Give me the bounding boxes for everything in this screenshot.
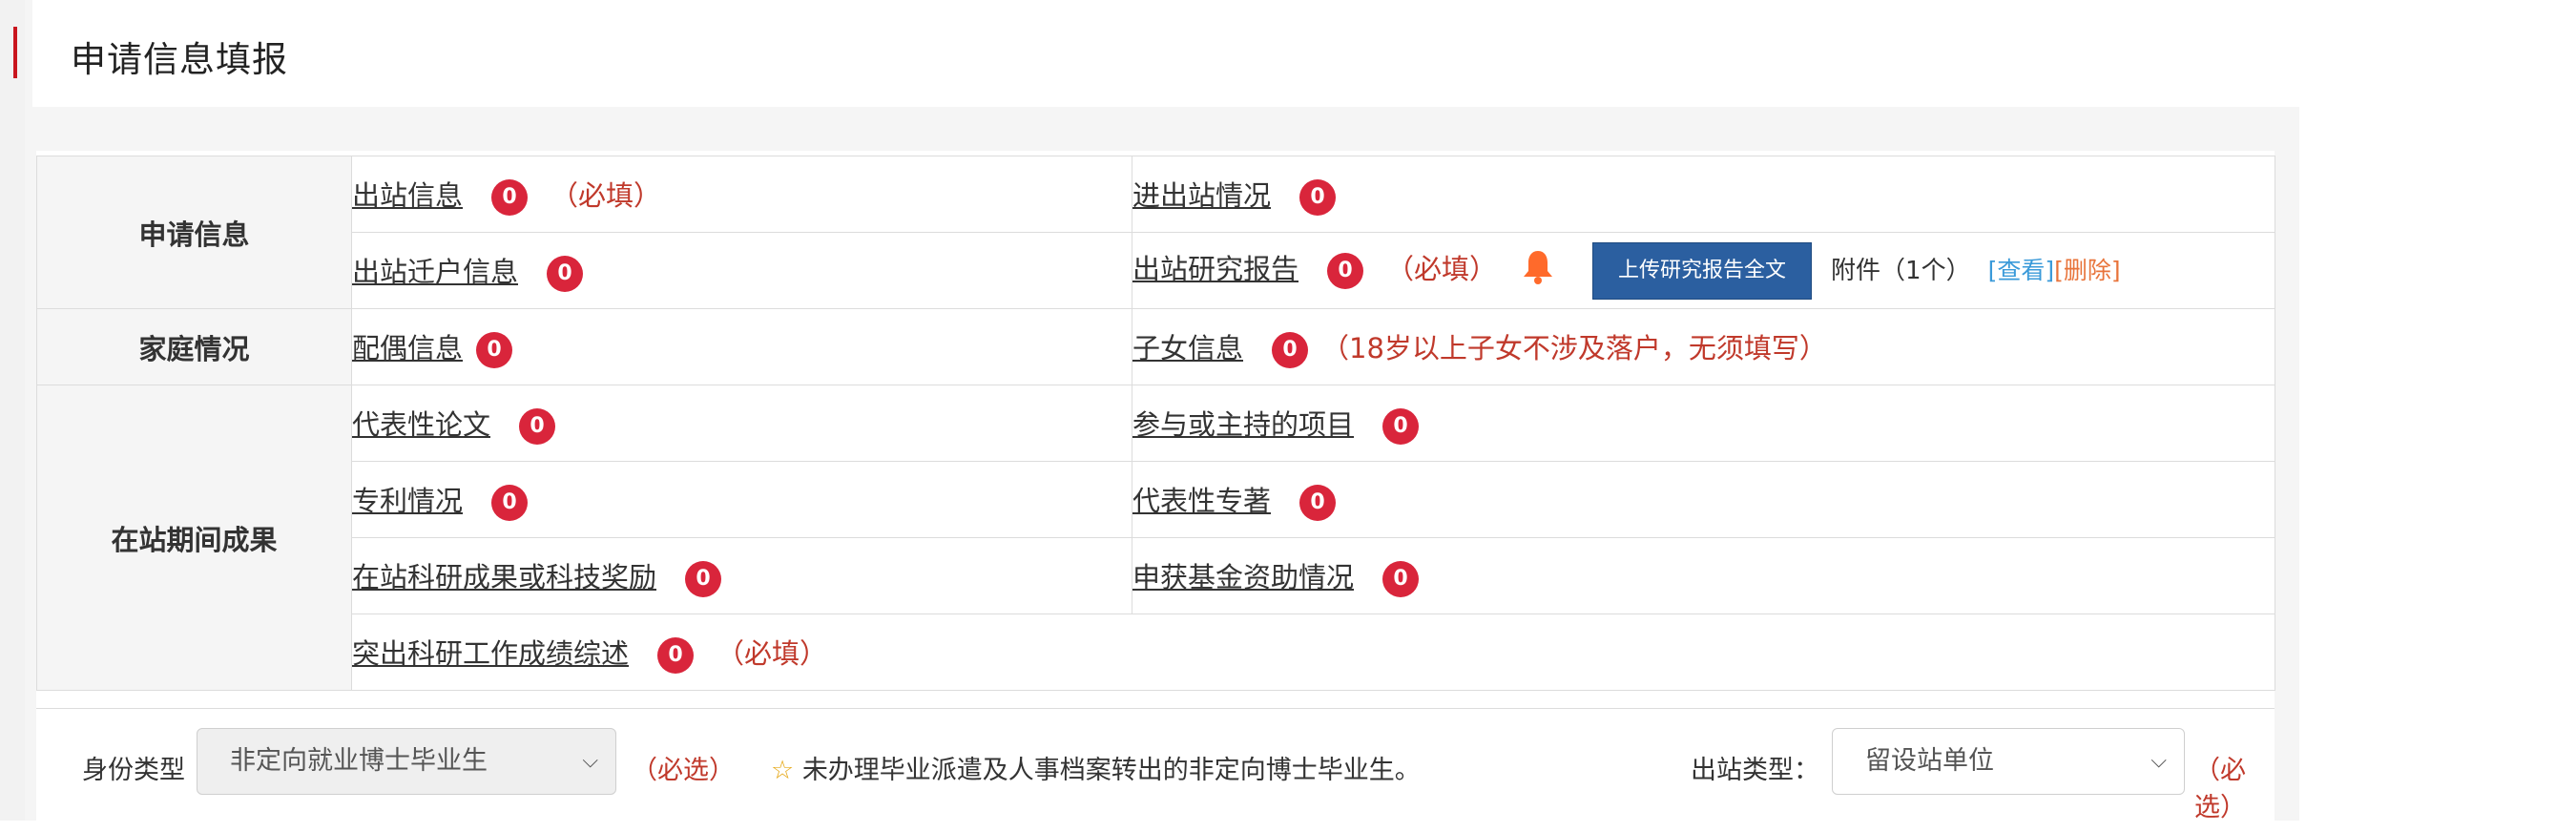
projects-link[interactable]: 参与或主持的项目 — [1133, 408, 1355, 441]
summary-link[interactable]: 突出科研工作成绩综述 — [353, 637, 630, 670]
cell-projects: 参与或主持的项目 0 — [1132, 385, 2275, 462]
required-mark: （必填） — [1386, 252, 1498, 285]
cell-spouse: 配偶信息 0 — [351, 308, 1132, 385]
active-marker — [13, 27, 17, 78]
count-badge: 0 — [1272, 331, 1309, 368]
cell-in-out-status: 进出站情况 0 — [1132, 156, 2275, 233]
count-badge: 0 — [1299, 178, 1337, 216]
cell-summary: 突出科研工作成绩综述 0 （必填） — [351, 614, 2275, 691]
count-badge: 0 — [657, 636, 695, 674]
count-badge: 0 — [476, 331, 513, 368]
count-badge: 0 — [685, 560, 722, 597]
count-badge: 0 — [491, 484, 529, 521]
header-bar: 申请信息填报 — [32, 0, 2299, 107]
required-mark: （必填） — [717, 636, 828, 670]
identity-type-select[interactable]: 非定向就业博士毕业生 ⌵ — [197, 728, 616, 795]
left-rail — [0, 0, 25, 821]
view-attachment-link[interactable]: [查看] — [1988, 257, 2055, 284]
awards-link[interactable]: 在站科研成果或科技奖励 — [353, 561, 657, 593]
application-form-table: 申请信息 出站信息 0 （必填） 进出站情况 0 出站迁户信息 0 出站研究报告 0 （必填… — [36, 156, 2275, 691]
cell-exit-info: 出站信息 0 （必填） — [351, 156, 1132, 233]
cell-hukou-transfer: 出站迁户信息 0 — [351, 232, 1132, 309]
cell-awards: 在站科研成果或科技奖励 0 — [351, 537, 1132, 614]
required-select-mark: （必选） — [2194, 756, 2246, 822]
count-badge: 0 — [1382, 407, 1420, 445]
count-badge: 0 — [519, 407, 556, 445]
attachment-count: 附件（1个） — [1831, 256, 1971, 285]
type-selection-row: 身份类型 非定向就业博士毕业生 ⌵ （必选） ☆ 未办理毕业派遣及人事档案转出的… — [36, 708, 2275, 822]
chevron-down-icon: ⌵ — [2150, 749, 2167, 773]
children-info-link[interactable]: 子女信息 — [1133, 332, 1244, 364]
cell-children: 子女信息 0 （18岁以上子女不涉及落户，无须填写） — [1132, 308, 2275, 385]
cell-research-report: 出站研究报告 0 （必填） 上传研究报告全文 附件（1个） [查看][删除] — [1132, 232, 2275, 309]
identity-note: ☆ 未办理毕业派遣及人事档案转出的非定向博士毕业生。 — [771, 749, 1421, 786]
page-title: 申请信息填报 — [71, 39, 288, 80]
bell-icon — [1522, 249, 1554, 292]
delete-attachment-link[interactable]: [删除] — [2054, 257, 2121, 284]
exit-info-link[interactable]: 出站信息 — [353, 179, 464, 212]
funding-link[interactable]: 申获基金资助情况 — [1133, 561, 1355, 593]
category-achievements: 在站期间成果 — [36, 385, 352, 691]
category-family: 家庭情况 — [36, 308, 352, 385]
monographs-link[interactable]: 代表性专著 — [1133, 485, 1272, 517]
exit-type-value: 留设站单位 — [1865, 746, 1994, 776]
identity-type-label: 身份类型 — [82, 756, 185, 785]
count-badge: 0 — [547, 255, 584, 292]
exit-type-label: 出站类型： — [1691, 756, 1819, 785]
patents-link[interactable]: 专利情况 — [353, 485, 464, 517]
exit-type-select[interactable]: 留设站单位 ⌵ — [1832, 728, 2185, 795]
papers-link[interactable]: 代表性论文 — [353, 408, 491, 441]
research-report-link[interactable]: 出站研究报告 — [1133, 253, 1299, 285]
star-icon: ☆ — [771, 756, 795, 785]
cell-monographs: 代表性专著 0 — [1132, 461, 2275, 538]
identity-note-text: 未办理毕业派遣及人事档案转出的非定向博士毕业生。 — [801, 756, 1421, 785]
spouse-info-link[interactable]: 配偶信息 — [353, 332, 464, 364]
hukou-transfer-link[interactable]: 出站迁户信息 — [353, 256, 519, 288]
identity-type-value: 非定向就业博士毕业生 — [230, 746, 488, 776]
count-badge: 0 — [1299, 484, 1337, 521]
cell-funding: 申获基金资助情况 0 — [1132, 537, 2275, 614]
table-notch — [754, 548, 811, 555]
category-apply-info: 申请信息 — [36, 156, 352, 309]
count-badge: 0 — [1327, 252, 1364, 289]
cell-patents: 专利情况 0 — [351, 461, 1132, 538]
in-out-status-link[interactable]: 进出站情况 — [1133, 179, 1272, 212]
chevron-down-icon: ⌵ — [582, 749, 598, 773]
cell-papers: 代表性论文 0 — [351, 385, 1132, 462]
required-mark: （必填） — [551, 178, 662, 212]
count-badge: 0 — [1382, 560, 1420, 597]
children-note: （18岁以上子女不涉及落户，无须填写） — [1321, 331, 1827, 364]
upload-report-button[interactable]: 上传研究报告全文 — [1592, 241, 1813, 300]
required-select-mark: （必选） — [632, 756, 735, 785]
count-badge: 0 — [491, 178, 529, 216]
